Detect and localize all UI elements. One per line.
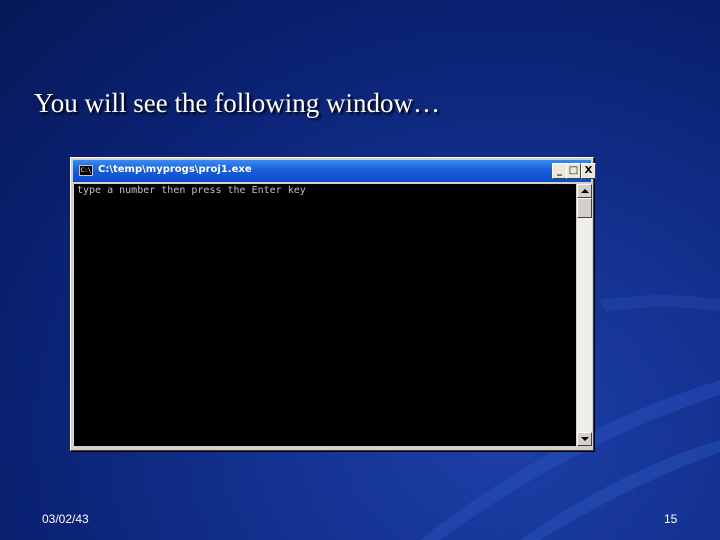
maximize-button[interactable]: □ bbox=[566, 163, 581, 179]
console-output-area[interactable]: type a number then press the Enter key bbox=[74, 184, 576, 446]
window-title: C:\temp\myprogs\proj1.exe bbox=[98, 164, 252, 175]
scroll-up-arrow-icon bbox=[581, 189, 589, 193]
console-window[interactable]: C:\ C:\temp\myprogs\proj1.exe _ □ X type… bbox=[70, 157, 596, 451]
footer-date: 03/02/43 bbox=[42, 512, 89, 526]
footer-page-number: 15 bbox=[664, 512, 678, 526]
slide-background: You will see the following window… C:\ C… bbox=[0, 0, 720, 540]
vertical-scrollbar[interactable] bbox=[577, 184, 592, 446]
console-output-text: type a number then press the Enter key bbox=[77, 185, 306, 196]
window-titlebar[interactable]: C:\ C:\temp\myprogs\proj1.exe _ □ X bbox=[73, 160, 596, 182]
scroll-down-button[interactable] bbox=[577, 432, 592, 446]
scrollbar-thumb[interactable] bbox=[577, 198, 592, 218]
console-app-icon[interactable]: C:\ bbox=[79, 165, 93, 176]
minimize-button[interactable]: _ bbox=[552, 163, 567, 179]
slide-title: You will see the following window… bbox=[34, 88, 441, 118]
scroll-up-button[interactable] bbox=[577, 184, 592, 198]
scroll-down-arrow-icon bbox=[581, 437, 589, 441]
close-button[interactable]: X bbox=[581, 163, 596, 179]
